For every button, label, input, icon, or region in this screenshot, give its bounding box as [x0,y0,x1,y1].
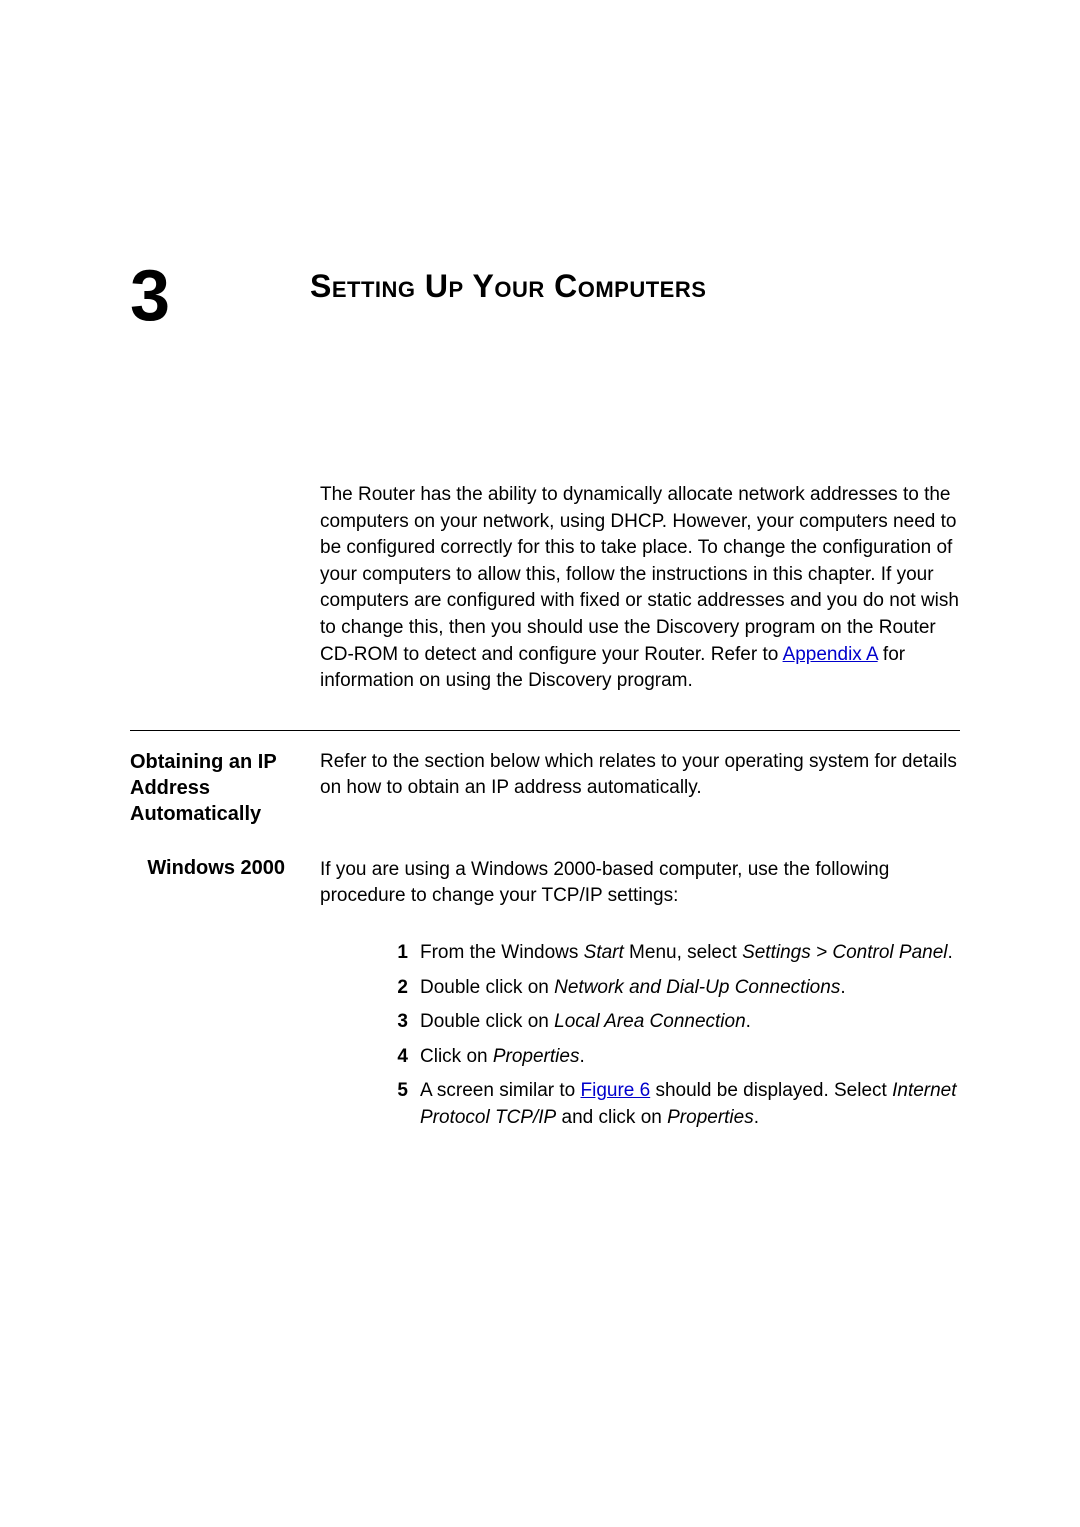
chapter-header: 3 Setting Up Your Computers [130,260,960,332]
chapter-number: 3 [130,260,310,332]
sub-section-body: If you are using a Windows 2000-based co… [320,857,960,910]
step-text: A screen similar to Figure 6 should be d… [420,1078,960,1131]
intro-text-before: The Router has the ability to dynamicall… [320,484,959,665]
step-number: 1 [320,940,420,967]
step-row: 5A screen similar to Figure 6 should be … [320,1078,960,1131]
step-row: 1From the Windows Start Menu, select Set… [320,940,960,967]
chapter-title: Setting Up Your Computers [310,260,706,305]
plain-text: A screen similar to [420,1080,581,1101]
step-list: 1From the Windows Start Menu, select Set… [320,940,960,1132]
section-windows-2000: Windows 2000 If you are using a Windows … [130,857,960,910]
section-heading: Obtaining an IP Address Automatically [130,749,305,827]
document-page: 3 Setting Up Your Computers The Router h… [0,0,1080,1132]
plain-text: Menu, select [624,942,742,963]
step-text: Click on Properties. [420,1044,960,1071]
step-row: 2Double click on Network and Dial-Up Con… [320,975,960,1002]
step-number: 3 [320,1009,420,1036]
plain-text: Click on [420,1046,493,1067]
plain-text: From the Windows [420,942,584,963]
section-body: Refer to the section below which relates… [320,749,960,827]
step-number: 5 [320,1078,420,1105]
step-row: 3Double click on Local Area Connection. [320,1009,960,1036]
plain-text: and click on [556,1107,667,1128]
plain-text: . [754,1107,759,1128]
italic-text: Settings > Control Panel [742,942,947,963]
italic-text: Network and Dial-Up Connections [554,977,840,998]
step-number: 2 [320,975,420,1002]
step-row: 4Click on Properties. [320,1044,960,1071]
step-text: Double click on Network and Dial-Up Conn… [420,975,960,1002]
italic-text: Start [584,942,624,963]
step-text: Double click on Local Area Connection. [420,1009,960,1036]
sub-heading: Windows 2000 [130,857,305,880]
step-number: 4 [320,1044,420,1071]
plain-text: . [579,1046,584,1067]
italic-text: Properties [667,1107,754,1128]
plain-text: . [746,1011,751,1032]
plain-text: Double click on [420,977,554,998]
figure-link[interactable]: Figure 6 [581,1080,651,1101]
plain-text: Double click on [420,1011,554,1032]
section-obtaining-ip: Obtaining an IP Address Automatically Re… [130,749,960,827]
plain-text: . [840,977,845,998]
italic-text: Local Area Connection [554,1011,746,1032]
plain-text: . [948,942,953,963]
plain-text: should be displayed. Select [650,1080,892,1101]
section-divider [130,730,960,731]
appendix-link[interactable]: Appendix A [783,644,878,665]
intro-paragraph: The Router has the ability to dynamicall… [320,482,960,695]
italic-text: Properties [493,1046,580,1067]
step-text: From the Windows Start Menu, select Sett… [420,940,960,967]
